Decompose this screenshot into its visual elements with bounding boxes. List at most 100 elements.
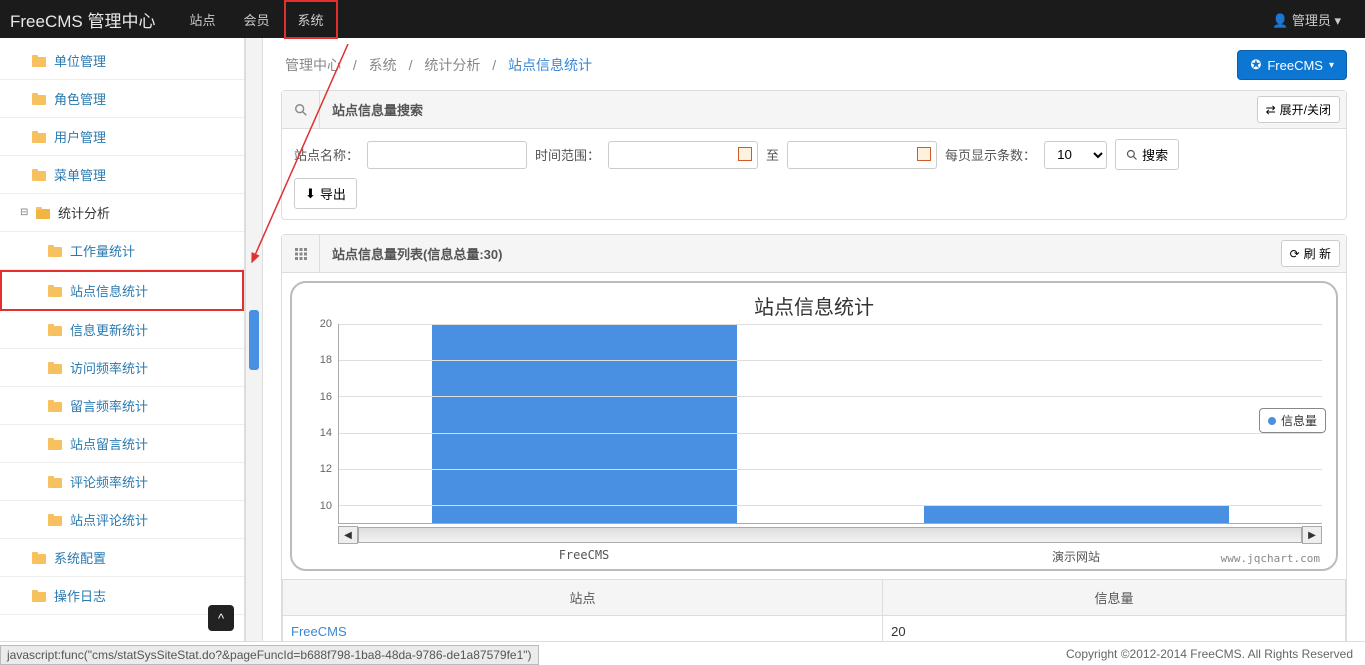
refresh-button[interactable]: ⟳ 刷 新: [1281, 240, 1340, 267]
sidebar-item-8[interactable]: 访问频率统计: [0, 349, 244, 387]
date-to-input[interactable]: [787, 141, 937, 169]
site-name-input[interactable]: [367, 141, 527, 169]
table-row: FreeCMS20: [283, 616, 1346, 642]
grid-line: [339, 360, 1322, 361]
scroll-track[interactable]: [358, 527, 1302, 543]
caret-down-icon: ▾: [1329, 60, 1334, 71]
tree-toggle-icon[interactable]: ⊟: [20, 207, 32, 218]
folder-icon: [48, 400, 64, 412]
sidebar-item-11[interactable]: 评论频率统计: [0, 463, 244, 501]
date-from-input[interactable]: [608, 141, 758, 169]
folder-icon: [48, 245, 64, 257]
user-menu[interactable]: 👤 管理员 ▾: [1258, 0, 1355, 39]
scroll-left-button[interactable]: ◀: [338, 526, 358, 544]
search-panel-title: 站点信息量搜索: [320, 100, 435, 119]
sidebar-item-label: 站点评论统计: [70, 510, 148, 529]
sidebar-item-0[interactable]: 单位管理: [0, 42, 244, 80]
browser-status-bar: javascript:func("cms/statSysSiteStat.do?…: [0, 645, 539, 665]
bar-slot: [831, 324, 1323, 523]
search-button[interactable]: 搜索: [1115, 139, 1179, 170]
crumb-home[interactable]: 管理中心: [285, 57, 341, 73]
sidebar-item-13[interactable]: 系统配置: [0, 539, 244, 577]
calendar-icon[interactable]: [917, 147, 931, 161]
crumb-stats[interactable]: 统计分析: [424, 57, 480, 73]
sidebar-item-4[interactable]: ⊟ 统计分析: [0, 194, 244, 232]
breadcrumb: 管理中心 / 系统 / 统计分析 / 站点信息统计: [281, 55, 596, 75]
grid-line: [339, 505, 1322, 506]
y-axis: 101214161820: [306, 324, 338, 524]
sidebar-item-label: 信息更新统计: [70, 320, 148, 339]
chart-legend[interactable]: 信息量: [1259, 408, 1326, 433]
sidebar-item-label: 评论频率统计: [70, 472, 148, 491]
sidebar-item-12[interactable]: 站点评论统计: [0, 501, 244, 539]
sidebar-item-5[interactable]: 工作量统计: [0, 232, 244, 270]
bar-slot: [339, 324, 831, 523]
grid-line: [339, 324, 1322, 325]
download-icon: ⬇: [305, 186, 316, 202]
nav-system[interactable]: 系统: [284, 0, 338, 39]
person-icon: 👤: [1272, 13, 1288, 28]
y-tick: 18: [320, 354, 332, 366]
crumb-system[interactable]: 系统: [369, 57, 397, 73]
sidebar-item-label: 站点信息统计: [70, 281, 148, 300]
sidebar-item-7[interactable]: 信息更新统计: [0, 311, 244, 349]
folder-icon: [48, 285, 64, 297]
globe-icon: ✪: [1250, 57, 1261, 73]
sidebar-item-label: 统计分析: [58, 203, 110, 222]
list-panel-title: 站点信息量列表(信息总量:30): [320, 244, 514, 263]
sidebar-item-label: 站点留言统计: [70, 434, 148, 453]
sidebar-item-label: 菜单管理: [54, 165, 106, 184]
folder-icon: [32, 131, 48, 143]
nav-member[interactable]: 会员: [229, 0, 283, 39]
y-tick: 10: [320, 500, 332, 512]
calendar-icon[interactable]: [738, 147, 752, 161]
cell-site[interactable]: FreeCMS: [283, 616, 883, 642]
time-range-label: 时间范围：: [535, 145, 600, 164]
chart-title: 站点信息统计: [306, 291, 1322, 320]
topnav-right: 👤 管理员 ▾: [1258, 0, 1355, 39]
grid-line: [339, 433, 1322, 434]
bar[interactable]: [432, 324, 737, 523]
sidebar-item-label: 单位管理: [54, 51, 106, 70]
data-table: 站点 信息量 FreeCMS20: [282, 579, 1346, 641]
page-size-select[interactable]: 10: [1044, 141, 1107, 169]
table-header-row: 站点 信息量: [283, 580, 1346, 616]
grid-line: [339, 469, 1322, 470]
splitter-handle[interactable]: [249, 310, 259, 370]
topnav-items: 站点 会员 系统: [175, 0, 337, 39]
sidebar-item-1[interactable]: 角色管理: [0, 80, 244, 118]
x-label: FreeCMS: [338, 544, 830, 565]
freecms-button[interactable]: ✪ FreeCMS ▾: [1237, 50, 1347, 80]
sidebar-item-9[interactable]: 留言频率统计: [0, 387, 244, 425]
col-site: 站点: [283, 580, 883, 616]
page-size-label: 每页显示条数：: [945, 145, 1036, 164]
user-label: 管理员: [1292, 13, 1331, 28]
nav-site[interactable]: 站点: [175, 0, 229, 39]
footer-copyright: Copyright ©2012-2014 FreeCMS. All Rights…: [1066, 647, 1353, 661]
y-tick: 16: [320, 391, 332, 403]
splitter[interactable]: [245, 38, 263, 641]
search-icon: [1126, 149, 1138, 161]
folder-icon: [48, 476, 64, 488]
scroll-right-button[interactable]: ▶: [1302, 526, 1322, 544]
bar[interactable]: [924, 505, 1229, 523]
caret-down-icon: ▾: [1334, 13, 1341, 28]
grid-icon: [282, 235, 320, 272]
sidebar-item-label: 系统配置: [54, 548, 106, 567]
y-tick: 20: [320, 318, 332, 330]
grid-line: [339, 396, 1322, 397]
scroll-top-button[interactable]: ^: [208, 605, 234, 631]
col-count: 信息量: [883, 580, 1346, 616]
sidebar-item-10[interactable]: 站点留言统计: [0, 425, 244, 463]
folder-icon: [48, 324, 64, 336]
toggle-panel-button[interactable]: ⇄ 展开/关闭: [1257, 96, 1340, 123]
export-button[interactable]: ⬇ 导出: [294, 178, 357, 209]
folder-icon: [32, 55, 48, 67]
sidebar-item-label: 用户管理: [54, 127, 106, 146]
sidebar-item-2[interactable]: 用户管理: [0, 118, 244, 156]
search-icon: [282, 91, 320, 128]
sidebar-item-6[interactable]: 站点信息统计: [0, 270, 244, 311]
sidebar-item-3[interactable]: 菜单管理: [0, 156, 244, 194]
search-panel: 站点信息量搜索 ⇄ 展开/关闭 站点名称： 时间范围： 至: [281, 90, 1347, 220]
folder-icon: [48, 362, 64, 374]
